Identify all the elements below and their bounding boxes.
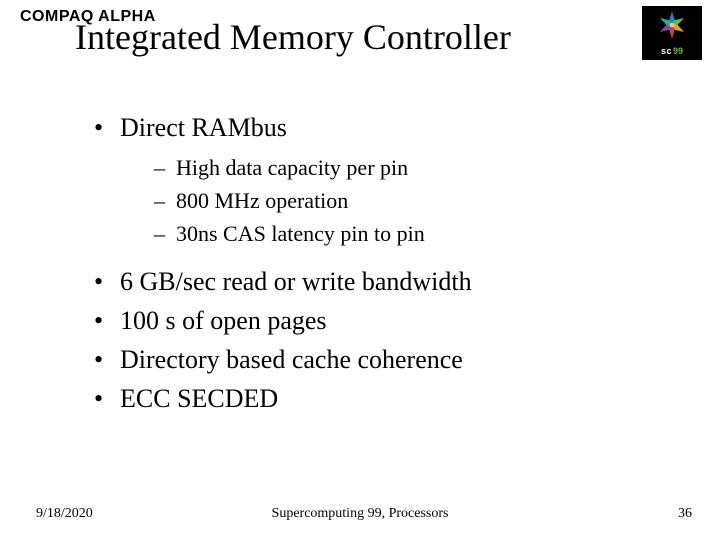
- bullet-item: Direct RAMbus High data capacity per pin…: [90, 110, 680, 250]
- logo-sc: sc: [661, 46, 672, 56]
- bullet-item: 100 s of open pages: [90, 303, 680, 338]
- bullet-item: ECC SECDED: [90, 381, 680, 416]
- footer-title: Supercomputing 99, Processors: [0, 506, 720, 522]
- bullet-text: Direct RAMbus: [120, 113, 287, 142]
- logo-year: 99: [673, 46, 683, 56]
- sc99-logo: sc99: [642, 6, 702, 60]
- slide-body: Direct RAMbus High data capacity per pin…: [90, 110, 680, 420]
- sub-bullet-item: 800 MHz operation: [154, 184, 680, 217]
- sc99-star-icon: [654, 8, 690, 42]
- footer-page-number: 36: [678, 506, 692, 522]
- sub-bullet-item: High data capacity per pin: [154, 151, 680, 184]
- bullet-item: Directory based cache coherence: [90, 342, 680, 377]
- bullet-item: 6 GB/sec read or write bandwidth: [90, 264, 680, 299]
- sub-bullet-item: 30ns CAS latency pin to pin: [154, 217, 680, 250]
- sc99-logo-text: sc99: [642, 44, 702, 58]
- slide-footer: 9/18/2020 Supercomputing 99, Processors …: [0, 506, 720, 526]
- slide-title: Integrated Memory Controller: [75, 16, 511, 58]
